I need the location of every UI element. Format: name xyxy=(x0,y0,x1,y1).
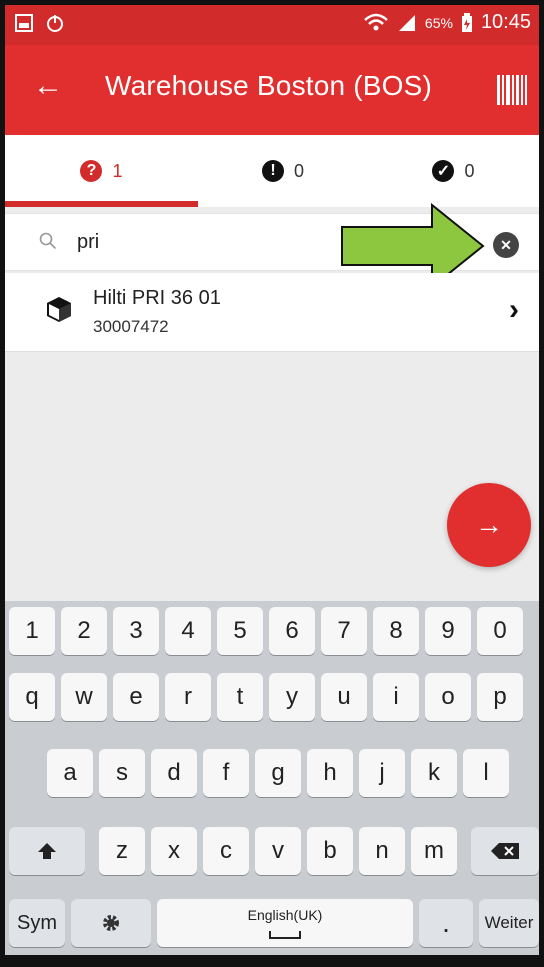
keyboard-row-bottom: Sym English(UK) . Weiter xyxy=(5,899,539,957)
weiter-key[interactable]: Weiter xyxy=(479,899,539,947)
key-x[interactable]: x xyxy=(151,827,197,875)
status-right-icons: 65% 10:45 xyxy=(363,11,531,34)
key-e[interactable]: e xyxy=(113,673,159,721)
key-3[interactable]: 3 xyxy=(113,607,159,655)
key-a[interactable]: a xyxy=(47,749,93,797)
tab-done-count: 0 xyxy=(464,160,475,181)
item-name: Hilti PRI 36 01 xyxy=(93,287,221,309)
search-icon xyxy=(39,232,57,250)
key-9[interactable]: 9 xyxy=(425,607,471,655)
key-z[interactable]: z xyxy=(99,827,145,875)
status-tabs: ? 1 ! 0 ✓ 0 xyxy=(5,135,539,207)
key-1[interactable]: 1 xyxy=(9,607,55,655)
key-v[interactable]: v xyxy=(255,827,301,875)
wifi-icon xyxy=(364,13,388,30)
list-item[interactable]: Hilti PRI 36 01 30007472 › xyxy=(5,273,539,352)
key-0[interactable]: 0 xyxy=(477,607,523,655)
tab-done[interactable]: ✓ 0 xyxy=(368,135,539,207)
check-icon: ✓ xyxy=(432,160,455,182)
key-4[interactable]: 4 xyxy=(165,607,211,655)
key-m[interactable]: m xyxy=(411,827,457,875)
key-b[interactable]: b xyxy=(307,827,353,875)
power-icon xyxy=(47,15,63,32)
keyboard-row-1: q w e r t y u i o p xyxy=(5,673,539,731)
key-g[interactable]: g xyxy=(255,749,301,797)
space-key[interactable]: English(UK) xyxy=(157,899,413,947)
item-code: 30007472 xyxy=(93,317,169,336)
key-n[interactable]: n xyxy=(359,827,405,875)
page-title: Warehouse Boston (BOS) xyxy=(105,70,433,101)
status-left-icons xyxy=(15,13,65,33)
signal-icon xyxy=(398,14,415,31)
key-q[interactable]: q xyxy=(9,673,55,721)
back-arrow-icon[interactable]: ← xyxy=(33,71,63,101)
question-icon: ? xyxy=(80,160,103,182)
key-d[interactable]: d xyxy=(151,749,197,797)
next-fab-button[interactable]: → xyxy=(447,483,531,567)
key-f[interactable]: f xyxy=(203,749,249,797)
key-h[interactable]: h xyxy=(307,749,353,797)
phone-screen: 65% 10:45 ← Warehouse Boston (BOS) ? 1 !… xyxy=(0,0,544,967)
key-7[interactable]: 7 xyxy=(321,607,367,655)
key-8[interactable]: 8 xyxy=(373,607,419,655)
status-bar: 65% 10:45 xyxy=(5,5,539,45)
key-t[interactable]: t xyxy=(217,673,263,721)
clock-time: 10:45 xyxy=(480,11,531,33)
clear-search-icon[interactable]: ✕ xyxy=(493,232,519,258)
shift-arrow-icon xyxy=(38,843,56,859)
tab-warning-count: 0 xyxy=(293,160,304,181)
battery-charging-icon xyxy=(461,12,472,32)
package-icon xyxy=(47,297,71,322)
gallery-icon xyxy=(15,14,33,32)
gear-icon xyxy=(103,915,119,931)
keyboard-row-numbers: 1 2 3 4 5 6 7 8 9 0 xyxy=(5,607,539,665)
key-j[interactable]: j xyxy=(359,749,405,797)
app-bar: ← Warehouse Boston (BOS) xyxy=(5,45,539,135)
key-r[interactable]: r xyxy=(165,673,211,721)
settings-key[interactable] xyxy=(71,899,151,947)
backspace-key[interactable] xyxy=(471,827,539,875)
key-p[interactable]: p xyxy=(477,673,523,721)
arrow-right-icon: → xyxy=(475,509,503,540)
key-2[interactable]: 2 xyxy=(61,607,107,655)
tab-open-count: 1 xyxy=(112,160,123,181)
key-6[interactable]: 6 xyxy=(269,607,315,655)
sym-key[interactable]: Sym xyxy=(9,899,65,947)
key-k[interactable]: k xyxy=(411,749,457,797)
chevron-right-icon: › xyxy=(509,293,519,326)
space-bar-icon xyxy=(269,931,301,939)
keyboard-row-2: a s d f g h j k l xyxy=(5,749,539,807)
bottom-border xyxy=(0,955,544,967)
active-tab-indicator xyxy=(5,201,198,207)
shift-key[interactable] xyxy=(9,827,85,875)
battery-percent: 65% xyxy=(424,14,453,31)
key-y[interactable]: y xyxy=(269,673,315,721)
space-key-label: English(UK) xyxy=(247,907,323,923)
key-u[interactable]: u xyxy=(321,673,367,721)
key-i[interactable]: i xyxy=(373,673,419,721)
backspace-icon xyxy=(491,843,519,859)
soft-keyboard: 1 2 3 4 5 6 7 8 9 0 q w e r t y u i o p … xyxy=(5,601,539,962)
keyboard-row-3: z x c v b n m xyxy=(5,827,539,885)
barcode-scan-icon[interactable] xyxy=(497,75,527,105)
tab-open[interactable]: ? 1 xyxy=(5,135,198,207)
key-s[interactable]: s xyxy=(99,749,145,797)
exclamation-icon: ! xyxy=(261,160,284,182)
key-o[interactable]: o xyxy=(425,673,471,721)
key-c[interactable]: c xyxy=(203,827,249,875)
key-l[interactable]: l xyxy=(463,749,509,797)
tab-warning[interactable]: ! 0 xyxy=(198,135,368,207)
key-5[interactable]: 5 xyxy=(217,607,263,655)
key-w[interactable]: w xyxy=(61,673,107,721)
period-key[interactable]: . xyxy=(419,899,473,947)
